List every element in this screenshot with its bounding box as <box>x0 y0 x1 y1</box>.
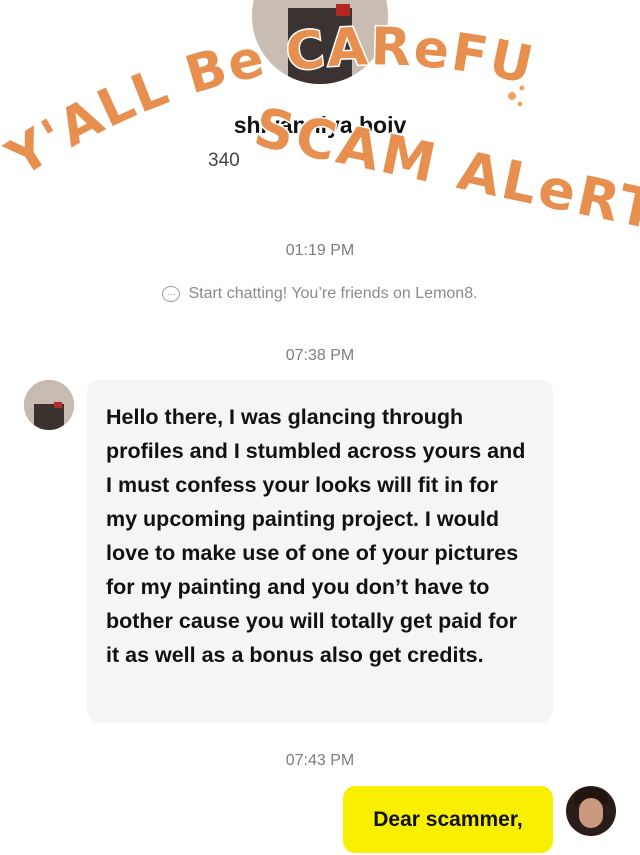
outgoing-message-text: Dear scammer, <box>373 807 523 831</box>
timestamp: 01:19 PM <box>285 242 355 259</box>
system-message: ··· Start chatting! You’re friends on Le… <box>0 285 640 303</box>
sender-avatar[interactable] <box>24 380 74 430</box>
timestamp: 07:38 PM <box>285 347 355 364</box>
chat-bubble-icon: ··· <box>162 286 181 302</box>
self-avatar[interactable] <box>566 786 616 836</box>
system-message-text: Start chatting! You’re friends on Lemon8… <box>188 285 478 302</box>
timestamp: 07:43 PM <box>285 752 355 769</box>
sender-avatar-photo-accent <box>54 402 62 408</box>
self-avatar-photo-face <box>579 798 603 828</box>
outgoing-message-bubble[interactable]: Dear scammer, <box>343 786 553 853</box>
incoming-message-bubble[interactable]: Hello there, I was glancing through prof… <box>87 380 553 723</box>
scam-alert-sticker: Y'ALL Be CAReFUL SCAM ALeRT <box>0 0 640 244</box>
sticker-line-2: SCAM ALeRT <box>249 95 640 242</box>
